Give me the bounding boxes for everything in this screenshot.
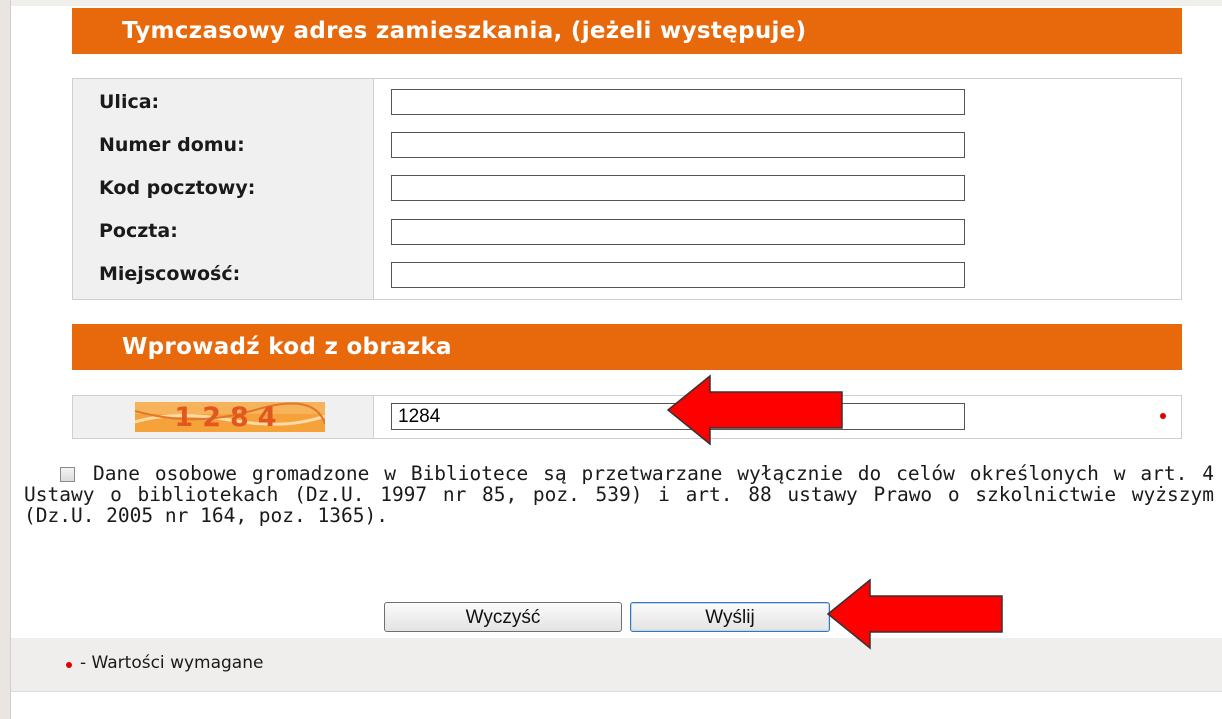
captcha-header: Wprowadź kod z obrazka: [72, 324, 1182, 370]
required-marker: [1160, 413, 1166, 419]
captcha-image: 1284: [135, 402, 325, 432]
street-input[interactable]: [391, 89, 965, 115]
temp-address-header: Tymczasowy adres zamieszkania, (jeżeli w…: [72, 8, 1182, 54]
consent-text: Dane osobowe gromadzone w Bibliotece są …: [24, 462, 1214, 527]
captcha-image-text: 1284: [174, 402, 285, 432]
arrow-left-icon: [826, 578, 1003, 650]
consent-block: Dane osobowe gromadzone w Bibliotece są …: [24, 463, 1214, 526]
send-button[interactable]: Wyślij: [630, 602, 830, 632]
top-strip: [11, 0, 1222, 6]
post-office-input[interactable]: [391, 219, 965, 245]
city-input[interactable]: [391, 262, 965, 288]
required-legend-text: - Wartości wymagane: [80, 653, 264, 673]
street-label: Ulica:: [99, 91, 160, 113]
consent-checkbox[interactable]: [60, 467, 75, 482]
city-label: Miejscowość:: [99, 263, 241, 285]
postal-code-input[interactable]: [391, 175, 965, 201]
temp-address-table: Ulica: Numer domu: Kod pocztowy: Poczta:…: [72, 78, 1182, 300]
required-legend-dot: [66, 662, 72, 668]
window-left-edge: [0, 0, 11, 719]
postal-code-label: Kod pocztowy:: [99, 177, 256, 199]
house-number-input[interactable]: [391, 132, 965, 158]
captcha-row: 1284: [72, 395, 1182, 439]
required-legend-bar: - Wartości wymagane: [11, 638, 1222, 692]
house-number-label: Numer domu:: [99, 134, 245, 156]
post-office-label: Poczta:: [99, 220, 178, 242]
arrow-left-icon: [666, 374, 843, 446]
captcha-image-cell: 1284: [73, 396, 374, 438]
clear-button[interactable]: Wyczyść: [384, 602, 622, 632]
